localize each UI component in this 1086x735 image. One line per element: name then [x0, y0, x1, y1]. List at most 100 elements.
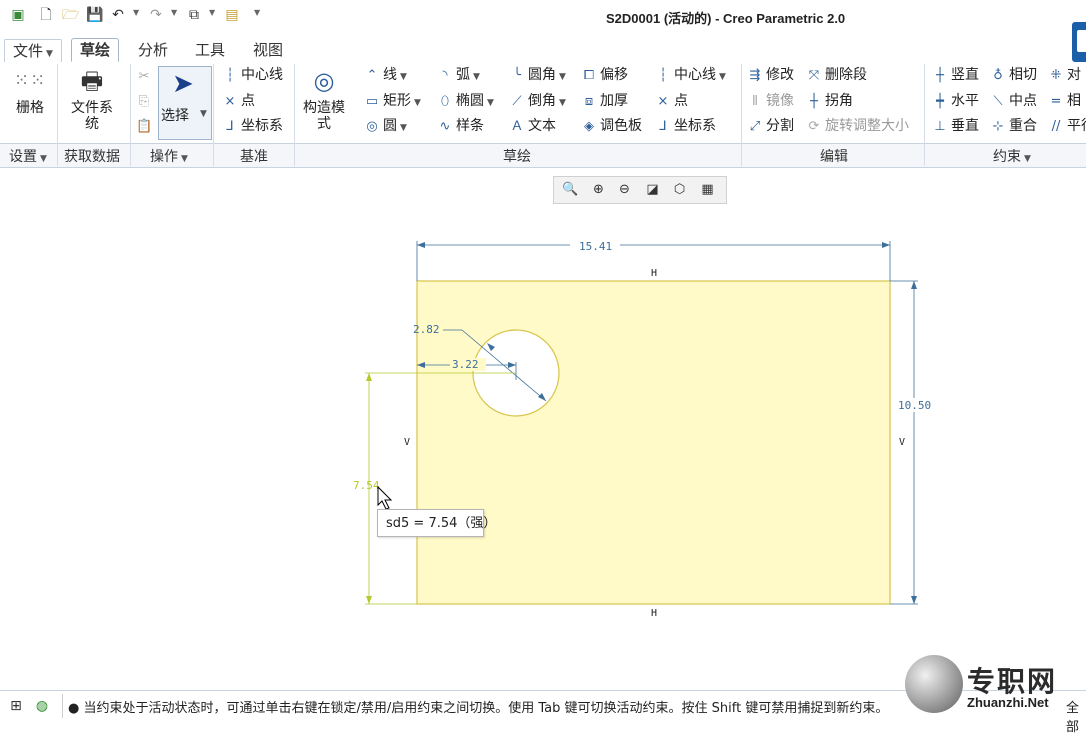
midpoint-constraint-button[interactable]: ⟍ 中点 [990, 91, 1037, 111]
redo-icon[interactable]: ↷ [148, 7, 164, 23]
redo-dropdown-icon[interactable]: ▼ [171, 8, 177, 17]
chevron-down-icon: ▼ [473, 72, 480, 82]
point-icon: × [224, 94, 236, 109]
coincident-constraint-button[interactable]: ⊹ 重合 [990, 116, 1037, 136]
ellipse-button[interactable]: ⬯ 椭圆 ▼ [437, 91, 494, 111]
tab-sketch[interactable]: 草绘 [71, 38, 120, 62]
modify-button[interactable]: ⇶ 修改 [747, 65, 794, 85]
new-file-icon[interactable]: 🗋 [38, 7, 54, 23]
divide-button[interactable]: ⤢ 分割 [747, 116, 794, 136]
mirror-icon: ⫴ [752, 94, 758, 109]
tab-file[interactable]: 文件 ▼ [4, 39, 62, 63]
sketch-centerline-button[interactable]: ┆ 中心线 ▼ [655, 65, 726, 85]
repaint-icon[interactable]: ◪ [644, 181, 661, 198]
offset-icon: ⧠ [583, 68, 595, 83]
vertical-icon: ┼ [936, 68, 944, 83]
chevron-down-icon: ▼ [719, 72, 726, 82]
vertical-constraint-mark-left[interactable]: V [404, 437, 410, 448]
width-dimension-text[interactable]: 15.41 [579, 240, 612, 253]
display-style-icon[interactable]: ⬡ [671, 181, 688, 198]
tab-analysis[interactable]: 分析 [130, 39, 176, 61]
zoom-in-icon[interactable]: ⊕ [590, 181, 607, 198]
chevron-down-icon: ▼ [46, 49, 53, 59]
group-operations[interactable]: 操作 ▼ [150, 146, 188, 166]
group-editing: 编辑 [820, 149, 848, 165]
symmetric-constraint-button[interactable]: ⁜ 对 [1048, 65, 1081, 85]
undo-dropdown-icon[interactable]: ▼ [133, 8, 139, 17]
rotate-resize-button[interactable]: ⟳ 旋转调整大小 [806, 116, 909, 136]
fillet-button[interactable]: ╰ 圆角 ▼ [509, 65, 566, 85]
datum-point-button[interactable]: × 点 [222, 91, 255, 111]
rectangle-button[interactable]: ▭ 矩形 ▼ [364, 91, 421, 111]
parallel-constraint-button[interactable]: //平行 [1048, 116, 1086, 136]
palette-icon: ◈ [584, 119, 594, 134]
thicken-button[interactable]: ⧈ 加厚 [581, 91, 628, 111]
horizontal-constraint-mark-bottom[interactable]: H [651, 608, 657, 619]
zoom-out-icon[interactable]: ⊖ [616, 181, 633, 198]
window-dropdown-icon[interactable]: ▼ [209, 8, 215, 17]
sketch-point-button[interactable]: × 点 [655, 91, 688, 111]
watermark-logo: 专职网 Zhuanzhi.Net [905, 655, 1086, 715]
tab-view[interactable]: 视图 [245, 39, 291, 61]
arc-button[interactable]: ◝ 弧 ▼ [437, 65, 480, 85]
csys-icon: ⅃ [659, 119, 667, 134]
circle-button[interactable]: ◎ 圆 ▼ [364, 116, 407, 136]
coincident-icon: ⊹ [992, 119, 1004, 134]
perpendicular-constraint-button[interactable]: ⊥ 垂直 [932, 116, 979, 136]
horizontal-constraint-button[interactable]: ┿ 水平 [932, 91, 979, 111]
corner-button[interactable]: ┼ 拐角 [806, 91, 853, 111]
palette-button[interactable]: ◈ 调色板 [581, 116, 642, 136]
point-icon: × [657, 94, 669, 109]
paste-button[interactable]: 📋 [136, 116, 155, 136]
horizontal-constraint-mark-top[interactable]: H [651, 268, 657, 279]
height-dimension-text[interactable]: 10.50 [898, 399, 931, 412]
model-tree-icon[interactable]: ⊞ [6, 696, 26, 716]
line-button[interactable]: ⌃ 线 ▼ [364, 65, 407, 85]
file-system-button[interactable]: 🖶 文件系统 [62, 66, 122, 132]
hole-y-dimension-text[interactable]: 7.54 [353, 479, 380, 492]
text-button[interactable]: Ａ 文本 [509, 116, 556, 136]
chamfer-button[interactable]: ⟋ 倒角 ▼ [509, 91, 565, 111]
refit-icon[interactable]: 🔍 [562, 181, 579, 198]
open-folder-icon[interactable]: 🗁 [62, 7, 79, 23]
browser-icon[interactable]: ◍ [32, 696, 52, 716]
vertical-constraint-mark-right[interactable]: V [899, 437, 905, 448]
midpoint-icon: ⟍ [993, 94, 1003, 109]
save-icon[interactable]: 💾 [86, 7, 103, 23]
select-button[interactable]: ➤ 选择 ▼ [158, 66, 212, 140]
symmetric-icon: ⁜ [1050, 68, 1062, 83]
vertical-constraint-button[interactable]: ┼ 竖直 [932, 65, 979, 85]
datum-csys-button[interactable]: ⅃ 坐标系 [222, 116, 283, 136]
copy-button[interactable]: ⎘ [136, 91, 155, 111]
grid-button[interactable]: ⁙⁙ 栅格 [6, 66, 54, 116]
undo-icon[interactable]: ↶ [110, 7, 126, 23]
chevron-down-icon: ▼ [487, 98, 494, 108]
sketch-rectangle[interactable] [416, 280, 891, 605]
mirror-button[interactable]: ⫴ 镜像 [747, 91, 794, 111]
diameter-dimension-text[interactable]: 2.82 [413, 323, 440, 336]
construction-mode-button[interactable]: ◎ 构造模式 [298, 66, 350, 132]
sketcher-display-icon[interactable]: ▦ [699, 181, 716, 198]
watermark-text: 专职网 [967, 665, 1058, 698]
offset-button[interactable]: ⧠ 偏移 [581, 65, 628, 85]
sketch-canvas[interactable]: 15.41 10.50 2.82 3.22 7.54 H H V V [0, 204, 1086, 690]
cut-button[interactable]: ✂ [136, 66, 155, 86]
centerline-icon: ┆ [226, 68, 234, 83]
group-setup[interactable]: 设置 ▼ [9, 146, 47, 166]
arc-icon: ◝ [442, 68, 448, 83]
tangent-constraint-button[interactable]: ♁ 相切 [990, 65, 1037, 85]
circle-icon: ◎ [366, 119, 378, 134]
equal-constraint-button[interactable]: = 相 [1048, 91, 1081, 111]
spline-button[interactable]: ∿ 样条 [437, 116, 484, 136]
hole-x-dimension-text[interactable]: 3.22 [452, 358, 479, 371]
graphics-toolbar: 🔍 ⊕ ⊖ ◪ ⬡ ▦ [553, 176, 727, 204]
datum-centerline-button[interactable]: ┆ 中心线 [222, 65, 283, 85]
group-constrain[interactable]: 约束 ▼ [993, 146, 1031, 166]
close-window-icon[interactable]: ▤ [224, 7, 240, 23]
watermark-subtext: Zhuanzhi.Net [967, 695, 1049, 710]
tab-tools[interactable]: 工具 [187, 39, 233, 61]
delete-segment-button[interactable]: ⤧ 删除段 [806, 65, 867, 85]
customize-toolbar-icon[interactable]: ▼ [254, 8, 260, 17]
regenerate-icon[interactable]: ⧉ [186, 7, 202, 23]
sketch-csys-button[interactable]: ⅃ 坐标系 [655, 116, 716, 136]
